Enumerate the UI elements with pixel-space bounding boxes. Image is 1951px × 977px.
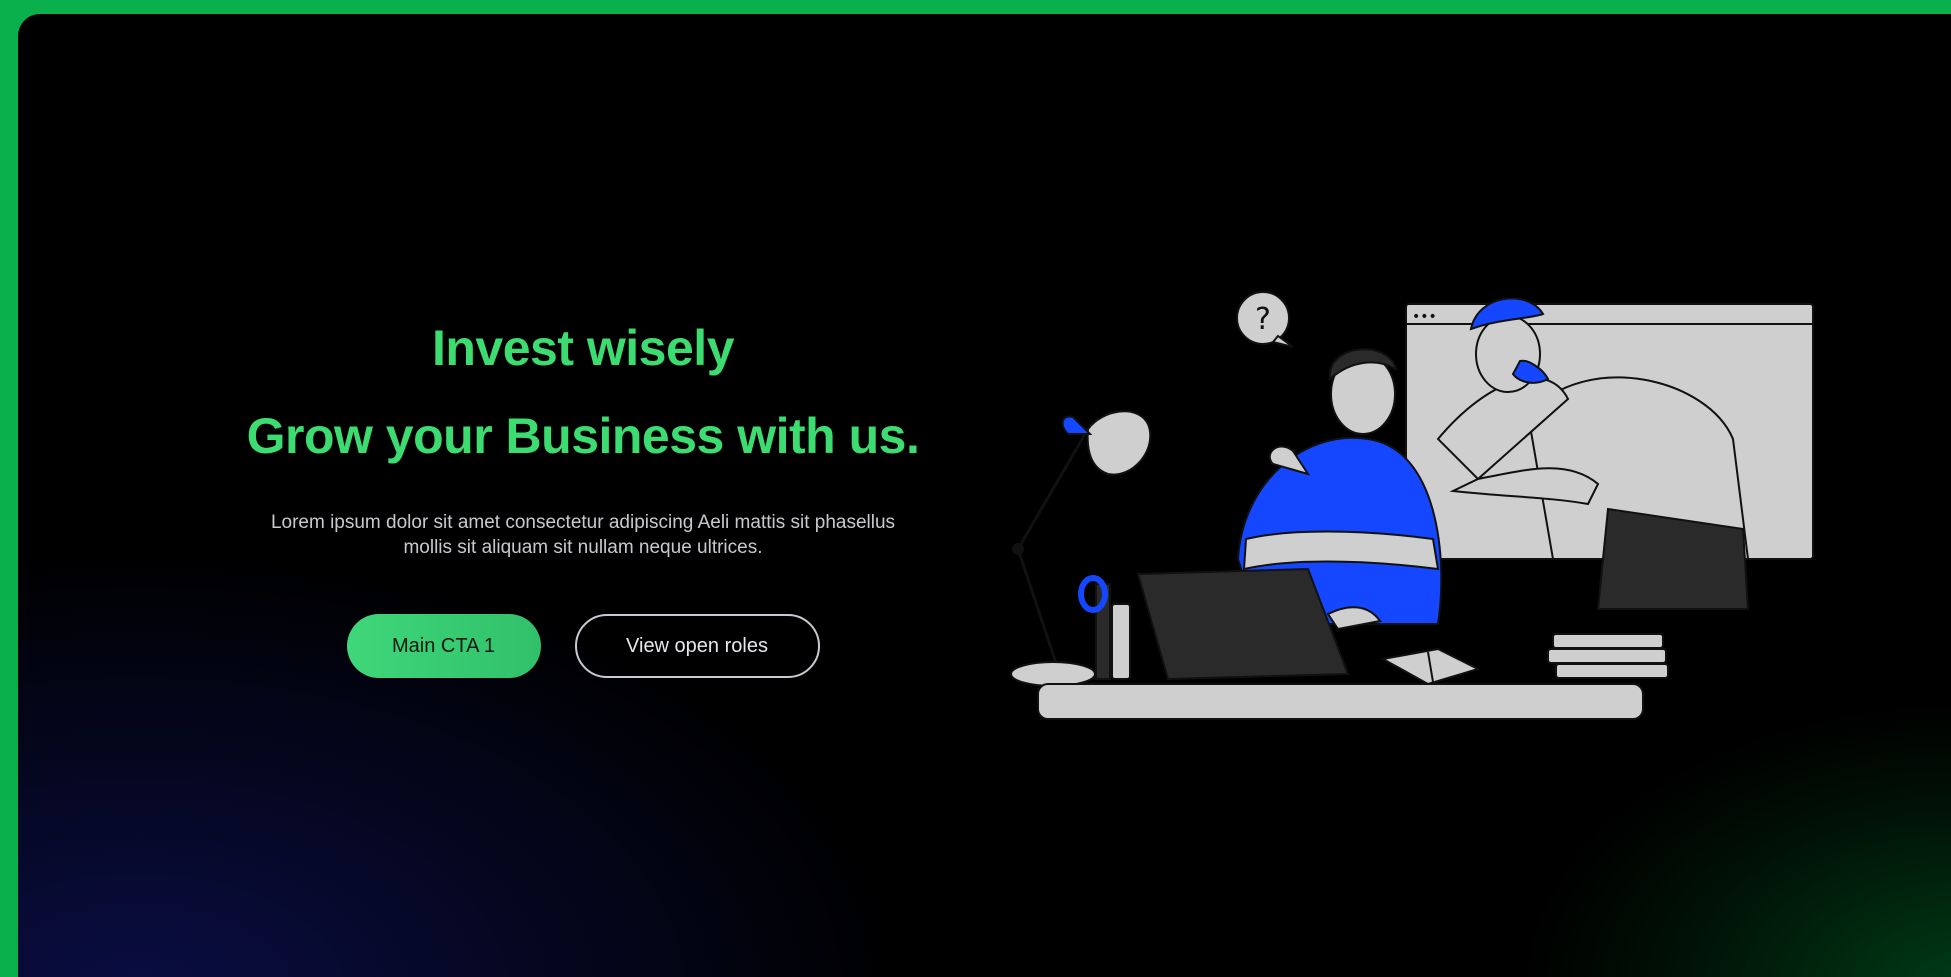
browser-dots: •••: [1412, 309, 1437, 325]
hero-illustration: ••• ?: [1010, 291, 1814, 720]
hero-headline: Invest wisely Grow your Business with us…: [188, 304, 978, 480]
view-open-roles-button[interactable]: View open roles: [574, 614, 820, 678]
question-bubble-icon: ?: [1236, 291, 1294, 348]
main-cta-button[interactable]: Main CTA 1: [346, 614, 541, 678]
pen-holder: [1078, 575, 1131, 680]
hero-description: Lorem ipsum dolor sit amet consectetur a…: [270, 512, 896, 558]
desk: [1037, 683, 1644, 720]
question-mark: ?: [1255, 302, 1271, 337]
hero-text-block: Invest wisely Grow your Business with us…: [188, 304, 978, 678]
book-icon: [1380, 647, 1481, 686]
hero-frame: Invest wisely Grow your Business with us…: [18, 14, 1951, 977]
headline-line-2: Grow your Business with us.: [246, 408, 920, 464]
cta-row: Main CTA 1 View open roles: [188, 614, 978, 678]
headline-line-1: Invest wisely: [432, 320, 735, 376]
paper-stack: [1547, 633, 1669, 679]
